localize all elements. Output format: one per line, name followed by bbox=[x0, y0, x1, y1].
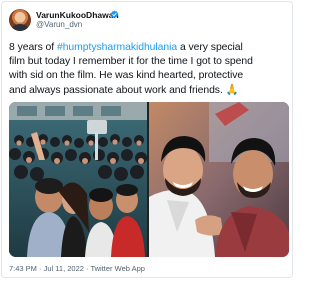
tweet-card[interactable]: VarunKukooDhawan @Varun_dvn 8 years of #… bbox=[1, 1, 293, 278]
tweet-line-1-suffix: a very special bbox=[177, 42, 243, 53]
tweet-line-2: film but today I remember it for the tim… bbox=[9, 56, 253, 68]
folded-hands-emoji: 🙏 bbox=[225, 84, 239, 96]
tweet-timestamp-row: 7:43 PM · Jul 11, 2022 · Twitter Web App bbox=[9, 264, 145, 273]
author-display-name[interactable]: VarunKukooDhawan bbox=[36, 10, 119, 20]
meta-separator-1: · bbox=[36, 264, 44, 273]
tweet-time[interactable]: 7:43 PM bbox=[9, 264, 37, 273]
hashtag-link[interactable]: #humptysharmakidhulania bbox=[57, 42, 177, 53]
tweet-date[interactable]: Jul 11, 2022 bbox=[44, 264, 84, 273]
two-actors-smiling-photo[interactable] bbox=[149, 102, 289, 257]
tweet-line-3: with sid on the film. He was kind hearte… bbox=[9, 70, 244, 82]
author-handle[interactable]: @Varun_dvn bbox=[36, 20, 82, 29]
tweet-line-4-text: and always passionate about work and fri… bbox=[9, 84, 226, 96]
tweet-text: 8 years of #humptysharmakidhulania a ver… bbox=[9, 41, 290, 98]
tweet-line-1: 8 years of #humptysharmakidhulania a ver… bbox=[9, 41, 290, 55]
author-avatar[interactable] bbox=[9, 9, 31, 31]
tweet-line-1-prefix: 8 years of bbox=[9, 42, 57, 53]
verified-badge-icon bbox=[110, 10, 119, 18]
crowd-selfie-photo[interactable] bbox=[9, 102, 147, 257]
tweet-line-4: and always passionate about work and fri… bbox=[9, 84, 290, 98]
tweet-source: Twitter Web App bbox=[90, 264, 145, 273]
tweet-media[interactable] bbox=[9, 102, 289, 257]
